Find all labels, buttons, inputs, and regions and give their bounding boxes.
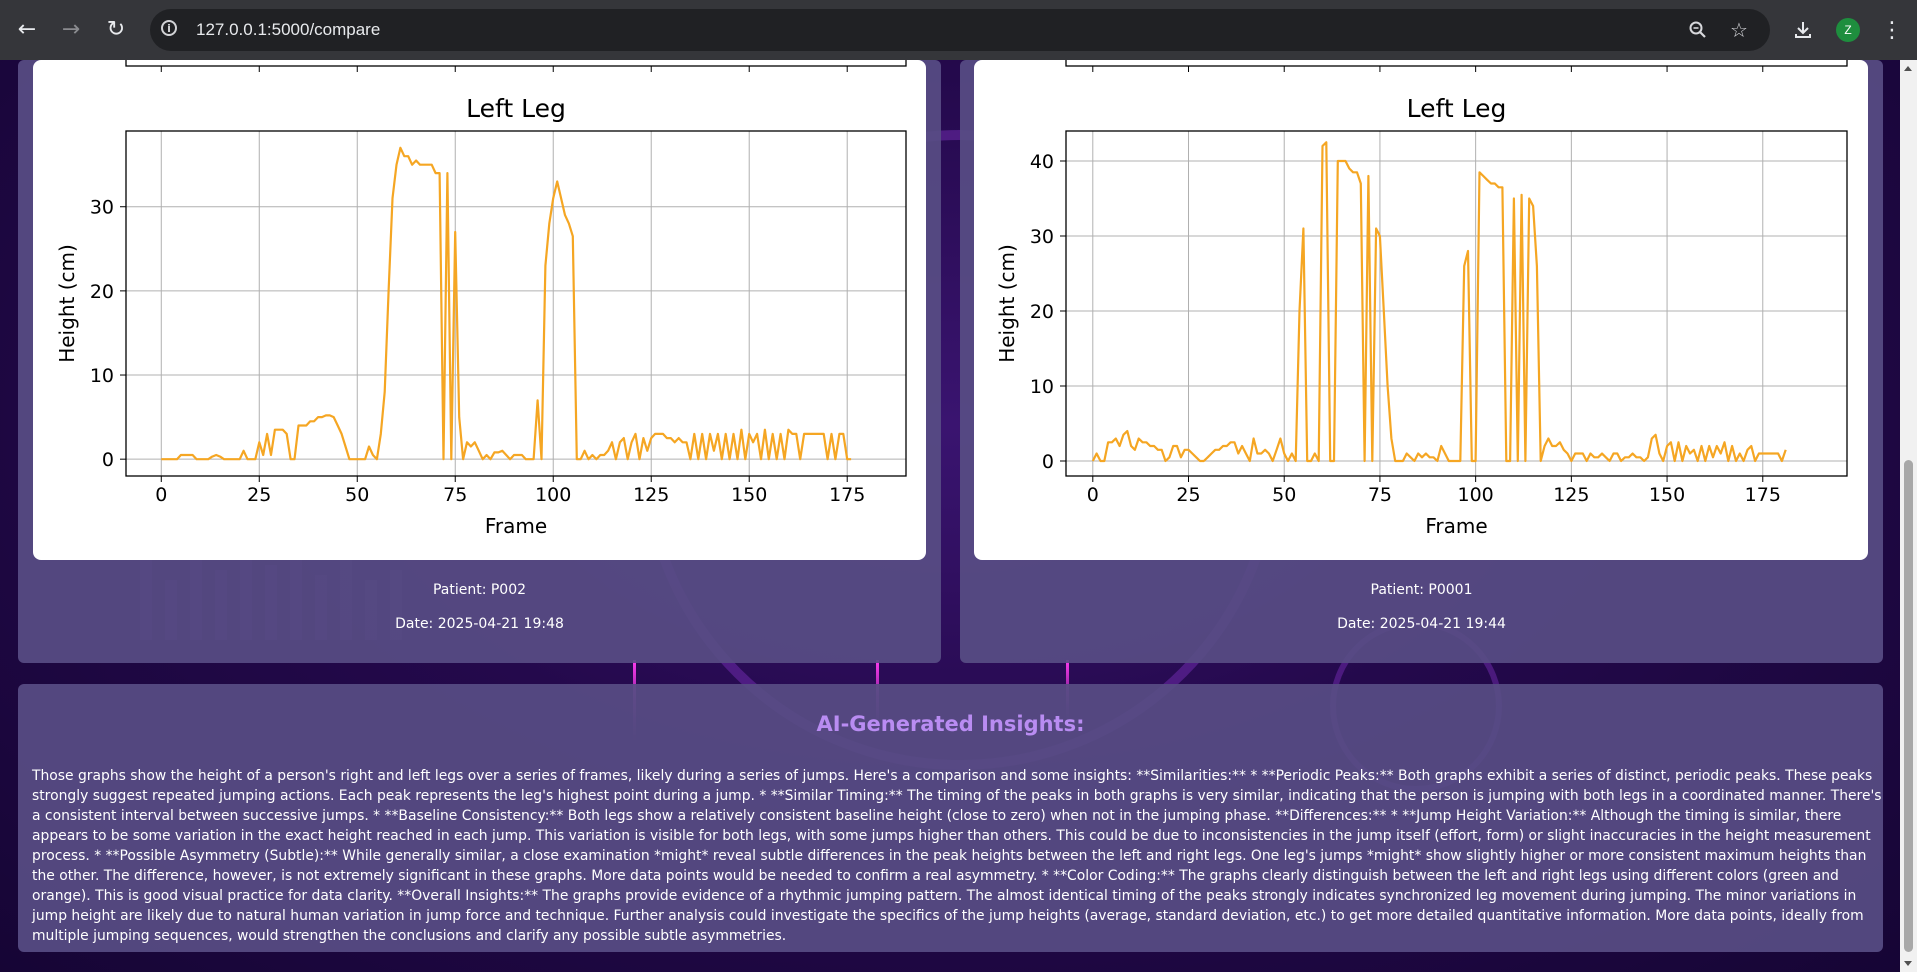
y-tick-label: 30 xyxy=(90,197,114,219)
scroll-up-arrow-icon[interactable] xyxy=(1904,66,1912,71)
insights-text: Those graphs show the height of a person… xyxy=(32,768,1882,944)
back-arrow-icon[interactable]: ← xyxy=(11,14,43,46)
axes-frame xyxy=(1065,130,1848,477)
x-tick-label: 0 xyxy=(155,484,167,506)
zoom-icon[interactable] xyxy=(1686,18,1710,42)
x-tick-label: 75 xyxy=(443,484,467,506)
x-axis-label: Frame xyxy=(1425,514,1487,538)
download-icon[interactable] xyxy=(1787,14,1819,46)
forward-arrow-icon[interactable]: → xyxy=(55,14,87,46)
browser-toolbar: ← → ↻ i 127.0.0.1:5000/compare ☆ Z ⋮ xyxy=(0,0,1917,60)
x-tick-label: 25 xyxy=(1176,484,1200,506)
menu-dots-icon[interactable]: ⋮ xyxy=(1880,14,1904,46)
chart-panel-right: 0 25 50 75 100 125 150 175 0 10 20 30 40 Left Leg Fram… xyxy=(974,60,1868,560)
date-label: Date: 2025-04-21 19:48 xyxy=(395,616,564,632)
reload-icon[interactable]: ↻ xyxy=(100,14,132,46)
insights-title: AI-Generated Insights: xyxy=(816,712,1085,736)
left-leg-chart: 0 25 50 75 100 125 150 175 0 10 20 30 40 Left Leg Fram… xyxy=(995,60,1848,538)
comparison-card-right: 0 25 50 75 100 125 150 175 0 10 20 30 40 Left Leg Fram… xyxy=(960,60,1883,663)
date-label: Date: 2025-04-21 19:44 xyxy=(1337,616,1506,632)
y-tick-label: 10 xyxy=(90,365,114,387)
x-tick-label: 175 xyxy=(1745,484,1781,506)
series-line xyxy=(161,146,852,461)
y-tick-label: 0 xyxy=(102,449,114,471)
y-tick-label: 0 xyxy=(1042,451,1054,473)
address-bar[interactable]: i 127.0.0.1:5000/compare ☆ xyxy=(150,9,1770,51)
page-scrollbar[interactable] xyxy=(1900,60,1917,972)
patient-label: Patient: P0001 xyxy=(1370,582,1473,598)
scrollbar-thumb[interactable] xyxy=(1904,460,1913,952)
x-tick-label: 75 xyxy=(1368,484,1392,506)
comparison-card-left: 0 25 50 75 100 125 150 175 0 10 20 30 Left Leg Frame H… xyxy=(18,60,941,663)
x-tick-label: 50 xyxy=(1272,484,1296,506)
y-tick-label: 20 xyxy=(90,281,114,303)
x-tick-label: 175 xyxy=(829,484,865,506)
url-text[interactable]: 127.0.0.1:5000/compare xyxy=(196,20,380,40)
scroll-down-arrow-icon[interactable] xyxy=(1904,961,1912,966)
x-tick-label: 0 xyxy=(1087,484,1099,506)
x-tick-label: 100 xyxy=(1458,484,1494,506)
series-line xyxy=(1091,141,1787,463)
y-tick-label: 30 xyxy=(1030,226,1054,248)
axes-frame xyxy=(125,130,907,477)
x-axis-label: Frame xyxy=(485,514,547,538)
site-info-icon[interactable]: i xyxy=(161,20,177,36)
x-tick-label: 150 xyxy=(1649,484,1685,506)
y-axis-label: Height (cm) xyxy=(55,244,79,363)
chart-panel-left: 0 25 50 75 100 125 150 175 0 10 20 30 Left Leg Frame H… xyxy=(33,60,926,560)
previous-chart-axes-edge xyxy=(1065,60,1848,67)
x-tick-label: 125 xyxy=(633,484,669,506)
chart-title: Left Leg xyxy=(466,94,566,123)
bookmark-star-icon[interactable]: ☆ xyxy=(1727,18,1751,42)
x-tick-label: 150 xyxy=(731,484,767,506)
y-tick-label: 20 xyxy=(1030,301,1054,323)
previous-chart-axes-edge xyxy=(125,60,907,67)
y-tick-label: 10 xyxy=(1030,376,1054,398)
x-tick-label: 125 xyxy=(1553,484,1589,506)
x-tick-label: 100 xyxy=(535,484,571,506)
left-leg-chart: 0 25 50 75 100 125 150 175 0 10 20 30 Left Leg Frame H… xyxy=(55,60,907,538)
x-tick-label: 25 xyxy=(247,484,271,506)
y-tick-label: 40 xyxy=(1030,151,1054,173)
y-axis-label: Height (cm) xyxy=(995,244,1019,363)
x-tick-label: 50 xyxy=(345,484,369,506)
page-content: 0 25 50 75 100 125 150 175 0 10 20 30 Left Leg Frame H… xyxy=(0,60,1900,972)
patient-label: Patient: P002 xyxy=(432,582,527,598)
chart-title: Left Leg xyxy=(1407,94,1507,123)
profile-avatar[interactable]: Z xyxy=(1836,18,1860,42)
insights-card: AI-Generated Insights: Those graphs show… xyxy=(18,684,1883,952)
